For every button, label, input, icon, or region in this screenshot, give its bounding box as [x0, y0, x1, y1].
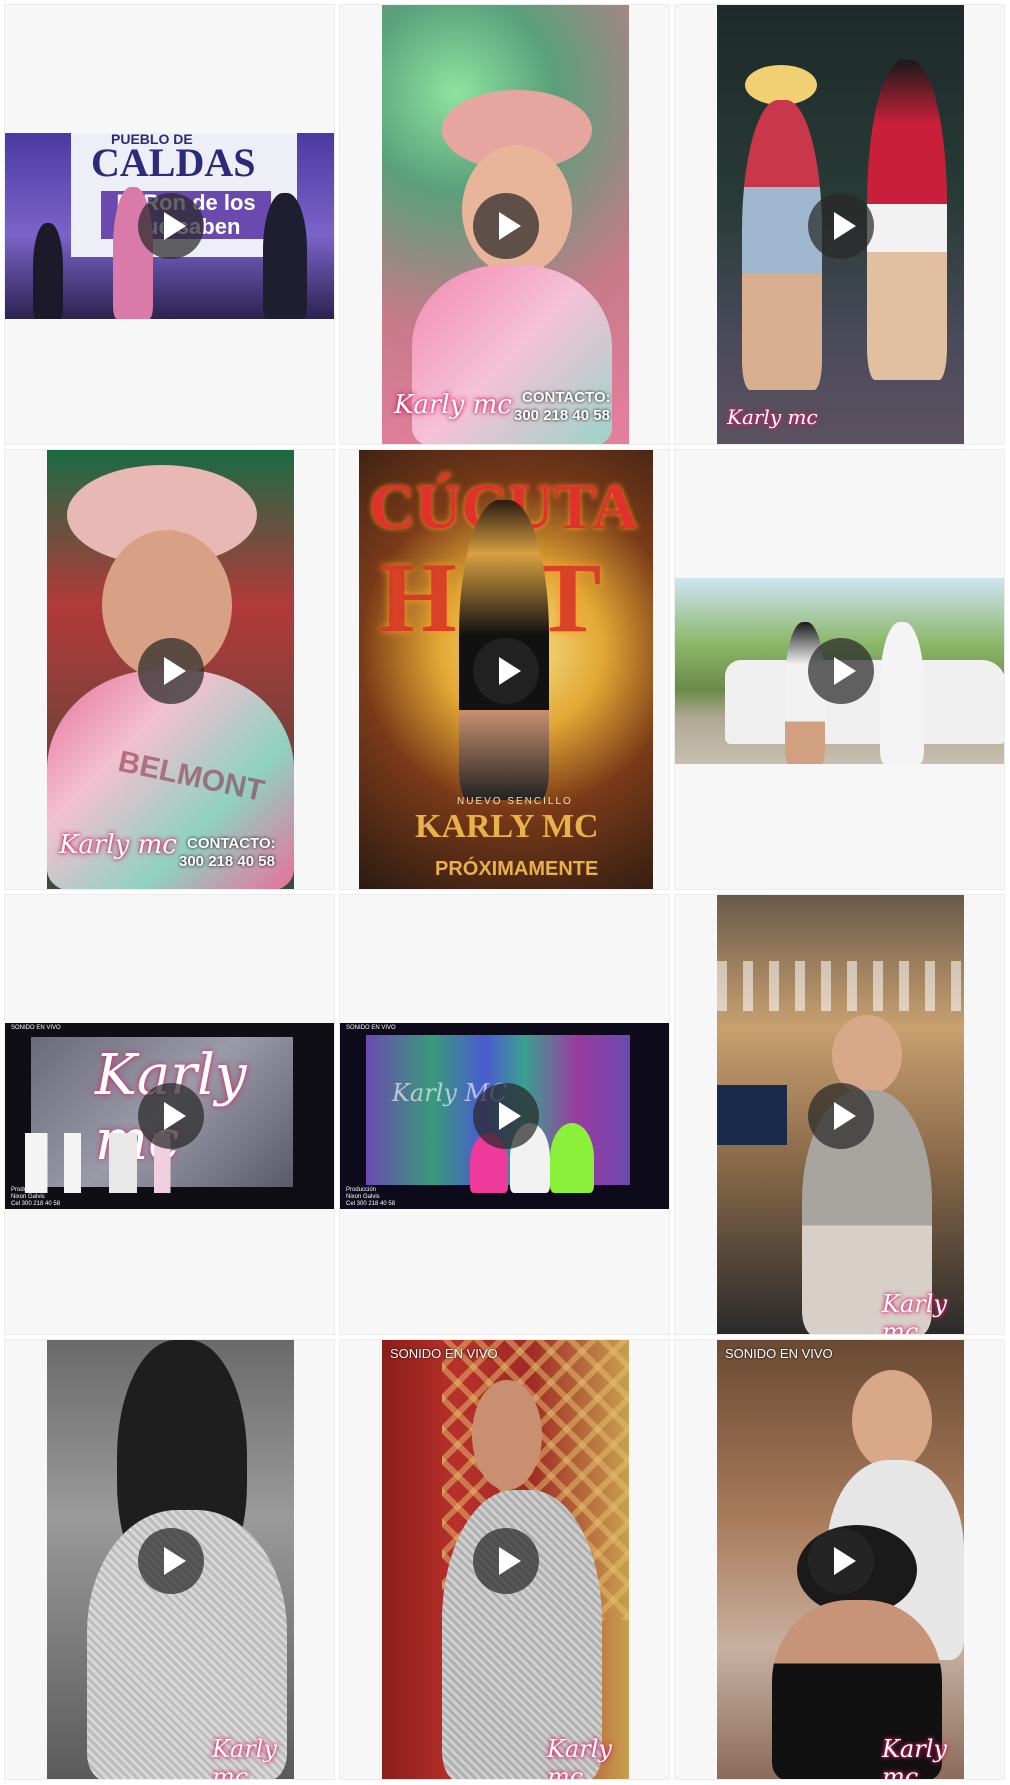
overlay-top: SONIDO EN VIVO: [346, 1025, 396, 1031]
video-thumbnail: [675, 578, 1004, 764]
video-tile-6[interactable]: [674, 449, 1005, 890]
video-tile-8[interactable]: Karly MC SONIDO EN VIVO Producción Nixon…: [339, 894, 670, 1335]
video-thumbnail: Karly mc: [717, 895, 964, 1335]
play-icon[interactable]: [137, 193, 204, 259]
video-thumbnail: Karly mc: [717, 5, 964, 444]
karly-logo: Karly mc: [547, 1735, 612, 1780]
singer-face: [852, 1370, 932, 1470]
karly-logo: Karly mc: [727, 405, 818, 429]
karly-logo: Karly mc: [882, 1735, 947, 1780]
video-thumbnail: Karly mc SONIDO EN VIVO Producción Nixon…: [5, 1023, 334, 1209]
credit-line-3: Cel 300 218 40 58: [346, 1201, 396, 1207]
screen: [717, 1085, 787, 1145]
video-grid: PUEBLO DE CALDAS El Ron de los que saben…: [0, 0, 1010, 1785]
credit-line-2: Nixon Galvis: [346, 1194, 380, 1200]
poster-artist: KARLY MC: [415, 808, 599, 845]
poster-kicker: NUEVO SENCILLO: [457, 796, 573, 807]
dancer-left: [742, 100, 822, 390]
glass-rack: [717, 961, 964, 1011]
dancer-man: [880, 622, 924, 764]
overlay-top: SONIDO EN VIVO: [11, 1025, 61, 1031]
karly-logo: Karly mc: [212, 1735, 277, 1780]
video-thumbnail: SONIDO EN VIVO Karly mc: [382, 1340, 629, 1780]
play-icon[interactable]: [807, 192, 874, 259]
video-tile-11[interactable]: SONIDO EN VIVO Karly mc: [339, 1339, 670, 1780]
video-tile-9[interactable]: Karly mc: [674, 894, 1005, 1335]
overlay-top: SONIDO EN VIVO: [390, 1346, 498, 1361]
play-icon[interactable]: [473, 637, 539, 704]
video-tile-2[interactable]: Karly mc CONTACTO: 300 218 40 58: [339, 4, 670, 445]
karly-logo: Karly mc: [59, 830, 177, 860]
video-thumbnail: PUEBLO DE CALDAS El Ron de los que saben: [5, 133, 334, 319]
video-tile-1[interactable]: PUEBLO DE CALDAS El Ron de los que saben: [4, 4, 335, 445]
video-thumbnail: Karly mc CONTACTO: 300 218 40 58: [382, 5, 629, 444]
banner-main: CALDAS: [91, 140, 256, 185]
video-thumbnail: CÚCUTA HOT NUEVO SENCILLO KARLY MC PRÓXI…: [359, 450, 653, 889]
credit-line-1: Producción: [346, 1187, 377, 1193]
video-thumbnail: BELMONT Karly mc CONTACTO: 300 218 40 58: [47, 450, 294, 889]
play-icon[interactable]: [472, 192, 539, 259]
play-icon[interactable]: [807, 1527, 874, 1594]
dancer-green: [550, 1123, 594, 1193]
play-icon[interactable]: [807, 638, 874, 704]
dancer-right: [867, 60, 947, 380]
video-tile-7[interactable]: Karly mc SONIDO EN VIVO Producción Nixon…: [4, 894, 335, 1335]
contact-label: CONTACTO:: [522, 389, 611, 406]
contact-label: CONTACTO:: [187, 835, 276, 852]
contact-phone: 300 218 40 58: [514, 407, 610, 424]
poster-footer: PRÓXIMAMENTE: [435, 858, 599, 880]
play-icon[interactable]: [472, 1083, 539, 1149]
video-thumbnail: SONIDO EN VIVO Karly mc: [717, 1340, 964, 1780]
karly-logo: Karly mc: [882, 1290, 947, 1335]
play-icon[interactable]: [137, 1527, 204, 1594]
video-tile-3[interactable]: Karly mc: [674, 4, 1005, 445]
accordion-player: [263, 193, 307, 319]
singer-face: [472, 1380, 542, 1490]
credit-line-3: Cel 300 218 40 58: [11, 1201, 61, 1207]
striped-hat: [745, 65, 817, 105]
guitarist: [33, 223, 63, 319]
karly-logo: Karly mc: [394, 390, 512, 420]
video-tile-5[interactable]: CÚCUTA HOT NUEVO SENCILLO KARLY MC PRÓXI…: [339, 449, 670, 890]
video-tile-12[interactable]: SONIDO EN VIVO Karly mc: [674, 1339, 1005, 1780]
video-thumbnail: Karly MC SONIDO EN VIVO Producción Nixon…: [340, 1023, 669, 1209]
video-tile-4[interactable]: BELMONT Karly mc CONTACTO: 300 218 40 58: [4, 449, 335, 890]
play-icon[interactable]: [137, 637, 204, 704]
play-icon[interactable]: [472, 1527, 539, 1594]
overlay-top: SONIDO EN VIVO: [725, 1346, 833, 1361]
video-thumbnail: Karly mc: [47, 1340, 294, 1780]
credit-line-2: Nixon Galvis: [11, 1194, 45, 1200]
play-icon[interactable]: [137, 1083, 204, 1149]
play-icon[interactable]: [807, 1082, 874, 1149]
video-tile-10[interactable]: Karly mc: [4, 1339, 335, 1780]
contact-phone: 300 218 40 58: [179, 853, 275, 870]
